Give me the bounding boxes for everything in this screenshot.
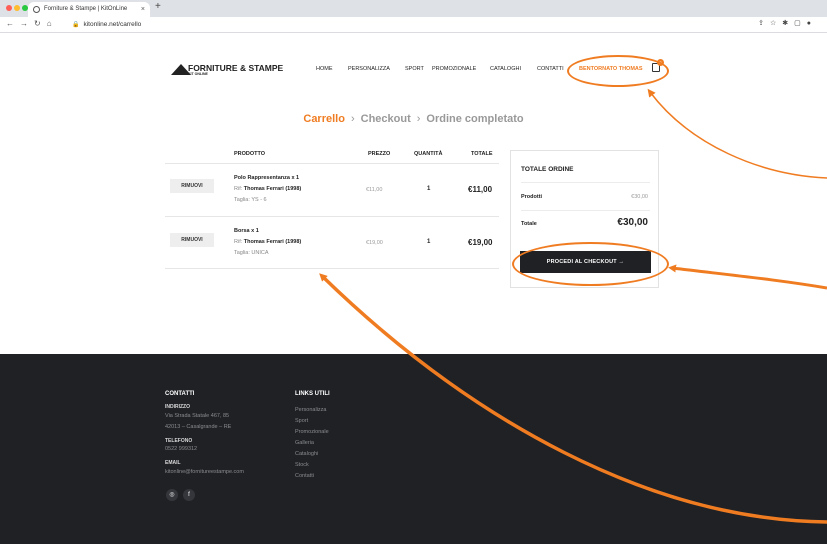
summary-divider <box>521 210 650 211</box>
footer-link[interactable]: Promozionale <box>295 429 329 435</box>
remove-button[interactable]: RIMUOVI <box>170 179 214 193</box>
step-separator: › <box>416 113 421 125</box>
annotation-arrow-user <box>647 88 827 179</box>
step-done: Ordine completato <box>426 113 524 125</box>
header-total: TOTALE <box>471 151 493 157</box>
facebook-icon[interactable]: f <box>183 489 195 501</box>
product-total: €19,00 <box>468 238 493 247</box>
summary-title: TOTALE ORDINE <box>521 166 574 173</box>
step-cart[interactable]: Carrello <box>303 113 345 125</box>
annotation-arrow-checkout <box>668 264 827 290</box>
header-price: PREZZO <box>368 151 391 157</box>
url-field[interactable]: 🔒 kitonline.net/carrello <box>72 19 712 31</box>
product-price: €11,00 <box>366 187 383 193</box>
header-product: PRODOTTO <box>234 151 266 157</box>
window-close-dot[interactable] <box>6 5 12 11</box>
product-price: €19,00 <box>366 240 383 246</box>
site-footer <box>0 354 827 544</box>
summary-products-label: Prodotti <box>521 194 543 200</box>
tab-close-icon[interactable]: × <box>141 2 145 17</box>
url-text: kitonline.net/carrello <box>83 21 142 28</box>
footer-address-line1: Via Strada Statale 467, 85 <box>165 413 230 419</box>
footer-phone-label: TELEFONO <box>165 438 193 444</box>
instagram-icon[interactable]: ◎ <box>166 489 178 501</box>
nav-promozionale[interactable]: PROMOZIONALE <box>432 66 476 72</box>
window-minimize-dot[interactable] <box>14 5 20 11</box>
product-size: Taglia: YS - 6 <box>234 197 267 203</box>
footer-link[interactable]: Sport <box>295 418 308 424</box>
product-qty: 1 <box>427 186 431 192</box>
footer-email-label: EMAIL <box>165 460 181 466</box>
nav-sport[interactable]: SPORT <box>405 66 424 72</box>
product-total: €11,00 <box>468 185 493 194</box>
summary-total-label: Totale <box>521 221 537 227</box>
address-bar: ←→↻⌂ 🔒 kitonline.net/carrello ⇪☆✱▢● <box>0 17 827 33</box>
new-tab-button[interactable]: + <box>155 1 161 12</box>
logo-subtitle: KIT ONLINE <box>188 72 208 76</box>
browser-nav-icons[interactable]: ←→↻⌂ <box>6 19 58 28</box>
product-size: Taglia: UNICA <box>234 250 269 256</box>
product-name[interactable]: Polo Rappresentanza x 1 <box>234 175 299 181</box>
browser-toolbar-icons[interactable]: ⇪☆✱▢● <box>758 19 817 27</box>
nav-contatti[interactable]: CONTATTI <box>537 66 564 72</box>
footer-link[interactable]: Stock <box>295 462 309 468</box>
footer-link[interactable]: Contatti <box>295 473 314 479</box>
nav-personalizza[interactable]: PERSONALIZZA <box>348 66 390 72</box>
table-divider <box>165 163 499 164</box>
annotation-ellipse-checkout <box>512 242 669 286</box>
step-checkout[interactable]: Checkout <box>361 113 411 125</box>
footer-link[interactable]: Galleria <box>295 440 314 446</box>
product-name[interactable]: Borsa x 1 <box>234 228 259 234</box>
remove-button[interactable]: RIMUOVI <box>170 233 214 247</box>
footer-address-line2: 42013 – Casalgrande – RE <box>165 424 232 430</box>
browser-tab[interactable]: Forniture & Stampe | KitOnLine × <box>28 2 150 17</box>
annotation-ellipse-user <box>567 55 669 87</box>
checkout-steps: Carrello › Checkout › Ordine completato <box>0 113 827 125</box>
footer-phone[interactable]: 0522 999312 <box>165 446 197 452</box>
step-separator: › <box>350 113 355 125</box>
summary-divider <box>521 182 650 183</box>
table-divider <box>165 268 499 269</box>
nav-cataloghi[interactable]: CATALOGHI <box>490 66 521 72</box>
footer-link[interactable]: Cataloghi <box>295 451 318 457</box>
browser-tab-bar: Forniture & Stampe | KitOnLine × + <box>0 0 827 17</box>
lock-icon: 🔒 <box>72 22 80 28</box>
footer-address-label: INDIRIZZO <box>165 404 190 410</box>
table-divider <box>165 216 499 217</box>
header-qty: QUANTITÀ <box>414 151 443 157</box>
tab-title: Forniture & Stampe | KitOnLine <box>44 6 128 12</box>
nav-home[interactable]: HOME <box>316 66 333 72</box>
product-ref: Rif: Thomas Ferrari (1998) <box>234 186 302 192</box>
globe-icon <box>33 6 40 13</box>
footer-email[interactable]: kitonline@fornitureestampe.com <box>165 469 244 475</box>
summary-total-value: €30,00 <box>617 217 648 228</box>
product-ref: Rif: Thomas Ferrari (1998) <box>234 239 302 245</box>
footer-links-heading: LINKS UTILI <box>295 391 330 397</box>
summary-products-value: €30,00 <box>631 194 648 200</box>
footer-contacts-heading: CONTATTI <box>165 391 195 397</box>
footer-link[interactable]: Personalizza <box>295 407 327 413</box>
product-qty: 1 <box>427 239 431 245</box>
